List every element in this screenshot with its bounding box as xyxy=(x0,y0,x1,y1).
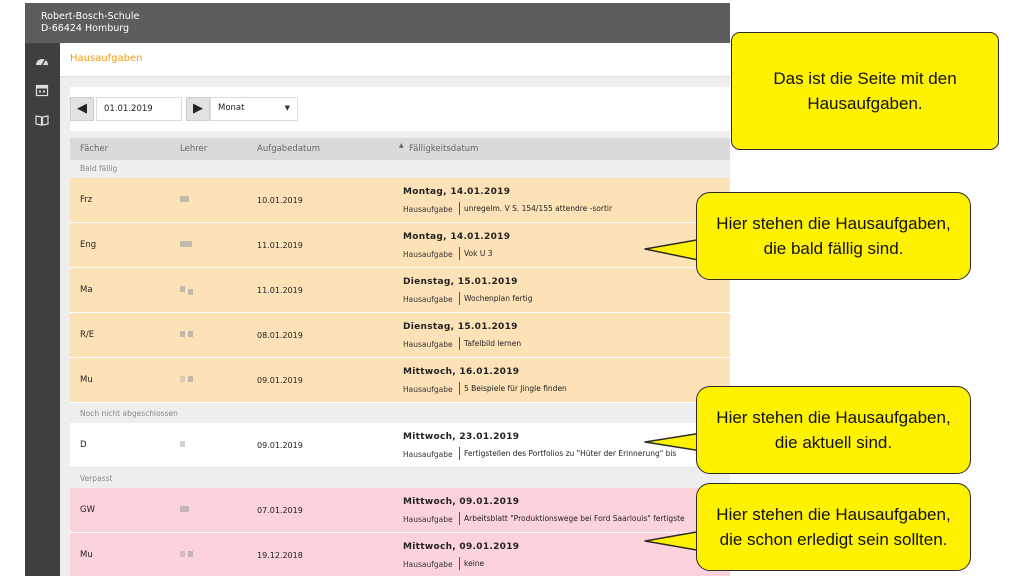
row-subject: GW xyxy=(80,505,95,515)
row-subject: Mu xyxy=(80,375,93,385)
group-label: Noch nicht abgeschlossen xyxy=(80,409,178,418)
teacher-avatar xyxy=(180,286,196,295)
row-subject: Ma xyxy=(80,285,93,295)
row-assigned-date: 09.01.2019 xyxy=(257,376,303,385)
arrow-left-icon: ◀ xyxy=(77,101,87,116)
row-subject: D xyxy=(80,440,87,450)
row-kind: Hausaufgabe xyxy=(403,385,453,394)
caret-down-icon: ▼ xyxy=(284,104,290,112)
row-kind: Hausaufgabe xyxy=(403,340,453,349)
row-description: Tafelbild lernen xyxy=(459,337,521,350)
date-input[interactable]: 01.01.2019 xyxy=(96,97,182,121)
row-assigned-date: 07.01.2019 xyxy=(257,506,303,515)
table-row[interactable]: R/E 08.01.2019 Dienstag, 15.01.2019 Haus… xyxy=(70,313,730,358)
date-toolbar: ◀ 01.01.2019 ▶ Monat ▼ xyxy=(70,87,730,131)
callout-page-info: Das ist die Seite mit den Hausaufgaben. xyxy=(731,32,999,150)
row-subject: R/E xyxy=(80,330,95,340)
next-period-button[interactable]: ▶ xyxy=(186,97,210,121)
row-description: keine xyxy=(459,557,484,570)
row-assigned-date: 11.01.2019 xyxy=(257,241,303,250)
row-subject: Frz xyxy=(80,195,93,205)
callout-soon-due: Hier stehen die Hausaufgaben, die bald f… xyxy=(696,192,971,280)
table-row[interactable]: GW 07.01.2019 Mittwoch, 09.01.2019 Hausa… xyxy=(70,488,730,533)
row-kind: Hausaufgabe xyxy=(403,560,453,569)
group-open: Noch nicht abgeschlossen xyxy=(70,405,730,423)
row-description: 5 Beispiele für Jingle finden xyxy=(459,382,567,395)
row-description: Vok U 3 xyxy=(459,247,493,260)
group-soon-due: Bald fällig xyxy=(70,160,730,178)
calendar-icon[interactable] xyxy=(35,83,49,97)
table-row[interactable]: Mu 19.12.2018 Mittwoch, 09.01.2019 Hausa… xyxy=(70,533,730,576)
page-title: Hausaufgaben xyxy=(70,53,143,64)
table-row[interactable]: D 09.01.2019 Mittwoch, 23.01.2019 Hausau… xyxy=(70,423,730,468)
range-select[interactable]: Monat ▼ xyxy=(210,97,298,121)
table-header: Fächer Lehrer Aufgabedatum ▲ Fälligkeits… xyxy=(70,138,730,160)
teacher-avatar xyxy=(180,196,196,203)
row-assigned-date: 10.01.2019 xyxy=(257,196,303,205)
row-subject: Mu xyxy=(80,550,93,560)
header-subject[interactable]: Fächer xyxy=(80,144,108,154)
row-assigned-date: 19.12.2018 xyxy=(257,551,303,560)
header-due[interactable]: Fälligkeitsdatum xyxy=(409,144,478,154)
group-missed: Verpasst xyxy=(70,470,730,488)
teacher-avatar xyxy=(180,506,196,513)
row-description: Arbeitsblatt "Produktionswege bei Ford S… xyxy=(459,512,685,525)
range-select-value: Monat xyxy=(218,103,245,113)
row-description: Fertigstellen des Portfolios zu "Hüter d… xyxy=(459,447,676,460)
header-teacher[interactable]: Lehrer xyxy=(180,144,207,154)
sort-asc-icon: ▲ xyxy=(399,142,404,149)
school-name: Robert-Bosch-Schule xyxy=(41,11,140,22)
table-row[interactable]: Mu 09.01.2019 Mittwoch, 16.01.2019 Hausa… xyxy=(70,358,730,403)
teacher-avatar xyxy=(180,551,196,558)
teacher-avatar xyxy=(180,241,196,248)
header-assigned[interactable]: Aufgabedatum xyxy=(257,144,320,154)
table-row[interactable]: Frz 10.01.2019 Montag, 14.01.2019 Hausau… xyxy=(70,178,730,223)
row-description: Wochenplan fertig xyxy=(459,292,533,305)
row-kind: Hausaufgabe xyxy=(403,250,453,259)
row-kind: Hausaufgabe xyxy=(403,515,453,524)
row-assigned-date: 11.01.2019 xyxy=(257,286,303,295)
prev-period-button[interactable]: ◀ xyxy=(70,97,94,121)
row-due-date: Dienstag, 15.01.2019 xyxy=(403,277,518,287)
row-kind: Hausaufgabe xyxy=(403,450,453,459)
row-due-date: Montag, 14.01.2019 xyxy=(403,187,511,197)
book-icon[interactable] xyxy=(35,113,49,127)
teacher-avatar xyxy=(180,331,196,338)
row-due-date: Mittwoch, 16.01.2019 xyxy=(403,367,520,377)
school-info: Robert-Bosch-Schule D-66424 Homburg xyxy=(41,11,139,35)
row-due-date: Mittwoch, 09.01.2019 xyxy=(403,497,520,507)
homework-content: ◀ 01.01.2019 ▶ Monat ▼ Fächer Lehrer Auf… xyxy=(60,83,730,576)
row-assigned-date: 09.01.2019 xyxy=(257,441,303,450)
row-assigned-date: 08.01.2019 xyxy=(257,331,303,340)
top-bar: Robert-Bosch-Schule D-66424 Homburg xyxy=(25,3,730,43)
callout-missed: Hier stehen die Hausaufgaben, die schon … xyxy=(696,483,971,571)
sidebar xyxy=(25,43,60,576)
row-description: unregelm. V S. 154/155 attendre -sortir xyxy=(459,202,612,215)
page-header: Hausaufgaben xyxy=(60,43,730,77)
group-label: Bald fällig xyxy=(80,164,118,173)
callout-open: Hier stehen die Hausaufgaben, die aktuel… xyxy=(696,386,971,474)
arrow-right-icon: ▶ xyxy=(193,101,203,116)
dashboard-icon[interactable] xyxy=(35,55,49,69)
school-address: D-66424 Homburg xyxy=(41,23,130,34)
row-due-date: Montag, 14.01.2019 xyxy=(403,232,511,242)
row-kind: Hausaufgabe xyxy=(403,295,453,304)
teacher-avatar xyxy=(180,441,196,448)
group-label: Verpasst xyxy=(80,474,113,483)
row-subject: Eng xyxy=(80,240,97,250)
app-window: Robert-Bosch-Schule D-66424 Homburg Haus… xyxy=(25,3,730,576)
row-due-date: Dienstag, 15.01.2019 xyxy=(403,322,518,332)
teacher-avatar xyxy=(180,376,196,383)
row-due-date: Mittwoch, 23.01.2019 xyxy=(403,432,520,442)
row-due-date: Mittwoch, 09.01.2019 xyxy=(403,542,520,552)
table-row[interactable]: Ma 11.01.2019 Dienstag, 15.01.2019 Hausa… xyxy=(70,268,730,313)
table-row[interactable]: Eng 11.01.2019 Montag, 14.01.2019 Hausau… xyxy=(70,223,730,268)
row-kind: Hausaufgabe xyxy=(403,205,453,214)
